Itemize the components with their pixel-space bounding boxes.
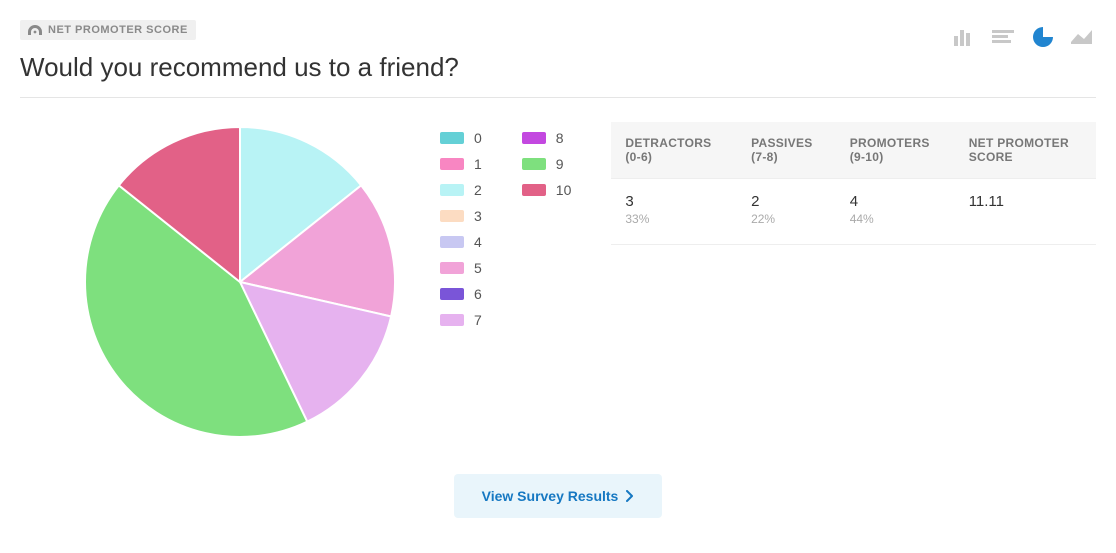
question-title: Would you recommend us to a friend? xyxy=(20,52,950,83)
divider xyxy=(20,97,1096,98)
legend-item: 9 xyxy=(522,156,572,172)
th-score: NET PROMOTER SCORE xyxy=(955,122,1096,179)
legend: 0 1 2 3 4 5 6 7 8 9 10 xyxy=(440,122,571,328)
legend-swatch xyxy=(440,210,464,222)
td-promoters: 4 44% xyxy=(836,179,955,245)
legend-label: 7 xyxy=(474,312,482,328)
legend-item: 5 xyxy=(440,260,482,276)
legend-swatch xyxy=(440,236,464,248)
line-chart-icon[interactable] xyxy=(1070,26,1096,48)
legend-label: 6 xyxy=(474,286,482,302)
td-passives: 2 22% xyxy=(737,179,836,245)
legend-label: 1 xyxy=(474,156,482,172)
legend-label: 9 xyxy=(556,156,564,172)
nps-summary-table: DETRACTORS (0-6) PASSIVES (7-8) PROMOTER… xyxy=(611,122,1096,245)
pie-chart xyxy=(80,122,400,442)
legend-item: 0 xyxy=(440,130,482,146)
legend-item: 7 xyxy=(440,312,482,328)
pie-chart-icon[interactable] xyxy=(1030,26,1056,48)
legend-label: 8 xyxy=(556,130,564,146)
hbar-chart-icon[interactable] xyxy=(990,26,1016,48)
td-score: 11.11 xyxy=(955,179,1096,245)
td-detractors: 3 33% xyxy=(611,179,737,245)
legend-swatch xyxy=(440,262,464,274)
view-survey-results-button[interactable]: View Survey Results xyxy=(454,474,663,518)
legend-label: 3 xyxy=(474,208,482,224)
legend-swatch xyxy=(440,158,464,170)
th-detractors: DETRACTORS (0-6) xyxy=(611,122,737,179)
legend-item: 8 xyxy=(522,130,572,146)
nps-badge: NET PROMOTER SCORE xyxy=(20,20,196,40)
legend-swatch xyxy=(522,184,546,196)
legend-item: 6 xyxy=(440,286,482,302)
legend-swatch xyxy=(440,314,464,326)
legend-swatch xyxy=(440,132,464,144)
legend-swatch xyxy=(440,184,464,196)
gauge-icon xyxy=(28,25,42,35)
legend-item: 4 xyxy=(440,234,482,250)
legend-label: 0 xyxy=(474,130,482,146)
legend-label: 2 xyxy=(474,182,482,198)
legend-label: 5 xyxy=(474,260,482,276)
chart-type-toggle xyxy=(950,20,1096,48)
th-passives: PASSIVES (7-8) xyxy=(737,122,836,179)
legend-item: 1 xyxy=(440,156,482,172)
legend-swatch xyxy=(440,288,464,300)
cta-label: View Survey Results xyxy=(482,488,619,504)
legend-item: 3 xyxy=(440,208,482,224)
legend-item: 2 xyxy=(440,182,482,198)
chevron-right-icon xyxy=(626,490,634,502)
legend-label: 10 xyxy=(556,182,572,198)
legend-swatch xyxy=(522,158,546,170)
badge-label: NET PROMOTER SCORE xyxy=(48,24,188,36)
bar-chart-icon[interactable] xyxy=(950,26,976,48)
legend-item: 10 xyxy=(522,182,572,198)
th-promoters: PROMOTERS (9-10) xyxy=(836,122,955,179)
legend-label: 4 xyxy=(474,234,482,250)
legend-swatch xyxy=(522,132,546,144)
